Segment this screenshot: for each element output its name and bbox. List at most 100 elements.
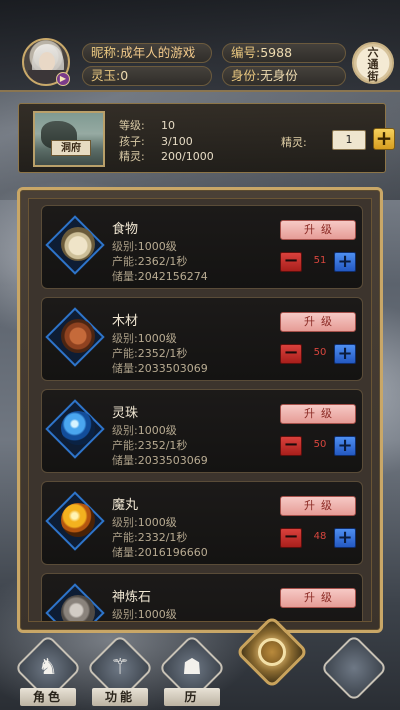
spirit-input-label: 精灵: — [281, 136, 307, 149]
increase-button[interactable]: + — [334, 528, 356, 548]
decrease-button[interactable]: − — [280, 344, 302, 364]
worker-count: 51 — [313, 255, 327, 266]
worker-count: 50 — [313, 439, 327, 450]
resource-level-value: 1000级 — [137, 240, 177, 253]
resource-level: 级别:1000级 — [112, 330, 177, 346]
worker-count: 48 — [313, 531, 327, 542]
player-header: ▶ 昵称:成年人的游戏 编号:5988 灵玉:0 身份:无身份 六 通 街 — [0, 0, 400, 92]
resource-output-value: 2352/1秒 — [137, 439, 188, 452]
resource-stock: 储量:2033503069 — [112, 452, 208, 468]
nickname-label: 昵称: — [91, 45, 121, 60]
nav-label: 历 — [164, 688, 220, 706]
upgrade-button[interactable]: 升级 — [280, 312, 356, 332]
history-icon: ☗ — [182, 655, 202, 680]
resource-list[interactable]: 食物 级别:1000级 产能:2362/1秒 储量:2042156274 升级 … — [28, 198, 372, 622]
resource-stock-value: 2033503069 — [137, 362, 208, 375]
player-id-value: 5988 — [260, 45, 293, 60]
jade-label: 灵玉: — [91, 68, 121, 83]
nickname-field: 昵称:成年人的游戏 — [82, 43, 212, 63]
resource-level-label: 级别: — [112, 424, 138, 437]
resource-card-food: 食物 级别:1000级 产能:2362/1秒 储量:2042156274 升级 … — [41, 205, 363, 289]
upgrade-button[interactable]: 升级 — [280, 588, 356, 608]
resource-stock: 储量:2042156274 — [112, 268, 208, 284]
resource-output-value: 2362/1秒 — [137, 255, 188, 268]
refining-stone-icon — [61, 595, 95, 621]
increase-button[interactable]: + — [334, 344, 356, 364]
resource-output-value: 2352/1秒 — [137, 347, 188, 360]
avatar-face — [39, 52, 55, 72]
resource-level: 级别:1000级 — [112, 606, 177, 621]
nav-more-button[interactable] — [320, 634, 388, 702]
resource-output-value: 2332/1秒 — [137, 531, 188, 544]
nickname-value: 成年人的游戏 — [120, 45, 196, 60]
resource-stock: 储量:2016196660 — [112, 544, 208, 560]
cave-level-row: 等级: 10 — [119, 118, 214, 134]
resource-level: 级别:1000级 — [112, 514, 177, 530]
spirit-pearl-icon — [61, 411, 95, 445]
resource-name: 魔丸 — [112, 498, 139, 513]
log-pile-icon — [61, 319, 95, 353]
resource-level-value: 1000级 — [137, 516, 177, 529]
rice-bag-icon — [61, 227, 95, 261]
resource-output-label: 产能: — [112, 439, 138, 452]
nav-label: 功能 — [92, 688, 148, 706]
resource-output: 产能:2352/1秒 — [112, 345, 187, 361]
bottom-navigation: ♞ 角色 ⚚ 功能 ☗ 历 — [0, 615, 400, 710]
spirit-amount-input[interactable]: 1 — [332, 130, 366, 150]
resource-output-label: 产能: — [112, 531, 138, 544]
resource-name: 灵珠 — [112, 406, 139, 421]
nav-history-button[interactable]: ☗ 历 — [158, 634, 226, 706]
resource-name: 食物 — [112, 222, 139, 237]
status-value: 无身份 — [260, 68, 298, 83]
nav-label: 角色 — [20, 688, 76, 706]
increase-button[interactable]: + — [334, 252, 356, 272]
character-icon: ♞ — [38, 655, 58, 680]
upgrade-button[interactable]: 升级 — [280, 496, 356, 516]
player-id-field: 编号:5988 — [222, 43, 346, 63]
cave-children-value: 3/100 — [161, 134, 193, 148]
resource-stock-label: 储量: — [112, 546, 138, 559]
nav-function-button[interactable]: ⚚ 功能 — [86, 634, 154, 706]
resource-output: 产能:2352/1秒 — [112, 437, 187, 453]
resource-stock-label: 储量: — [112, 270, 138, 283]
resource-level-value: 1000级 — [137, 608, 177, 621]
increase-button[interactable]: + — [334, 436, 356, 456]
decrease-button[interactable]: − — [280, 436, 302, 456]
resource-stock: 储量:2033503069 — [112, 360, 208, 376]
resource-stock-label: 储量: — [112, 454, 138, 467]
resource-level-label: 级别: — [112, 240, 138, 253]
resource-stock-value: 2042156274 — [137, 270, 208, 283]
upgrade-button[interactable]: 升级 — [280, 220, 356, 240]
cave-stats: 等级: 10 孩子: 3/100 精灵: 200/1000 — [119, 118, 214, 165]
resource-stock-value: 2016196660 — [137, 546, 208, 559]
add-spirit-button[interactable]: + — [373, 128, 395, 150]
resource-level: 级别:1000级 — [112, 422, 177, 438]
cave-children-row: 孩子: 3/100 — [119, 134, 214, 150]
resource-stock-value: 2033503069 — [137, 454, 208, 467]
cave-info-bar: 洞府 等级: 10 孩子: 3/100 精灵: 200/1000 精灵: 1 + — [18, 103, 395, 173]
resource-card-pearl: 灵珠 级别:1000级 产能:2352/1秒 储量:2033503069 升级 … — [41, 389, 363, 473]
decrease-button[interactable]: − — [280, 528, 302, 548]
decrease-button[interactable]: − — [280, 252, 302, 272]
cave-spirit-label: 精灵: — [119, 150, 145, 163]
resource-panel: 食物 级别:1000级 产能:2362/1秒 储量:2042156274 升级 … — [17, 187, 383, 633]
resource-stock-label: 储量: — [112, 362, 138, 375]
cave-home-icon — [258, 638, 286, 666]
resource-card-demon-pill: 魔丸 级别:1000级 产能:2332/1秒 储量:2016196660 升级 … — [41, 481, 363, 565]
cave-thumb-label: 洞府 — [51, 140, 91, 156]
cave-thumbnail[interactable]: 洞府 — [33, 111, 105, 167]
resource-card-refining-stone: 神炼石 级别:1000级 升级 — [41, 573, 363, 621]
nav-cave-home-button[interactable] — [235, 615, 309, 689]
resource-level: 级别:1000级 — [112, 238, 177, 254]
resource-level-label: 级别: — [112, 608, 138, 621]
resource-output-label: 产能: — [112, 255, 138, 268]
status-label: 身份: — [231, 68, 261, 83]
play-icon[interactable]: ▶ — [56, 72, 70, 86]
resource-name: 神炼石 — [112, 590, 152, 605]
jade-field: 灵玉:0 — [82, 66, 212, 86]
nav-character-button[interactable]: ♞ 角色 — [14, 634, 82, 706]
upgrade-button[interactable]: 升级 — [280, 404, 356, 424]
cave-spirit-value: 200/1000 — [161, 150, 214, 163]
six-way-street-button[interactable]: 六 通 街 — [352, 42, 394, 84]
resource-name: 木材 — [112, 314, 139, 329]
